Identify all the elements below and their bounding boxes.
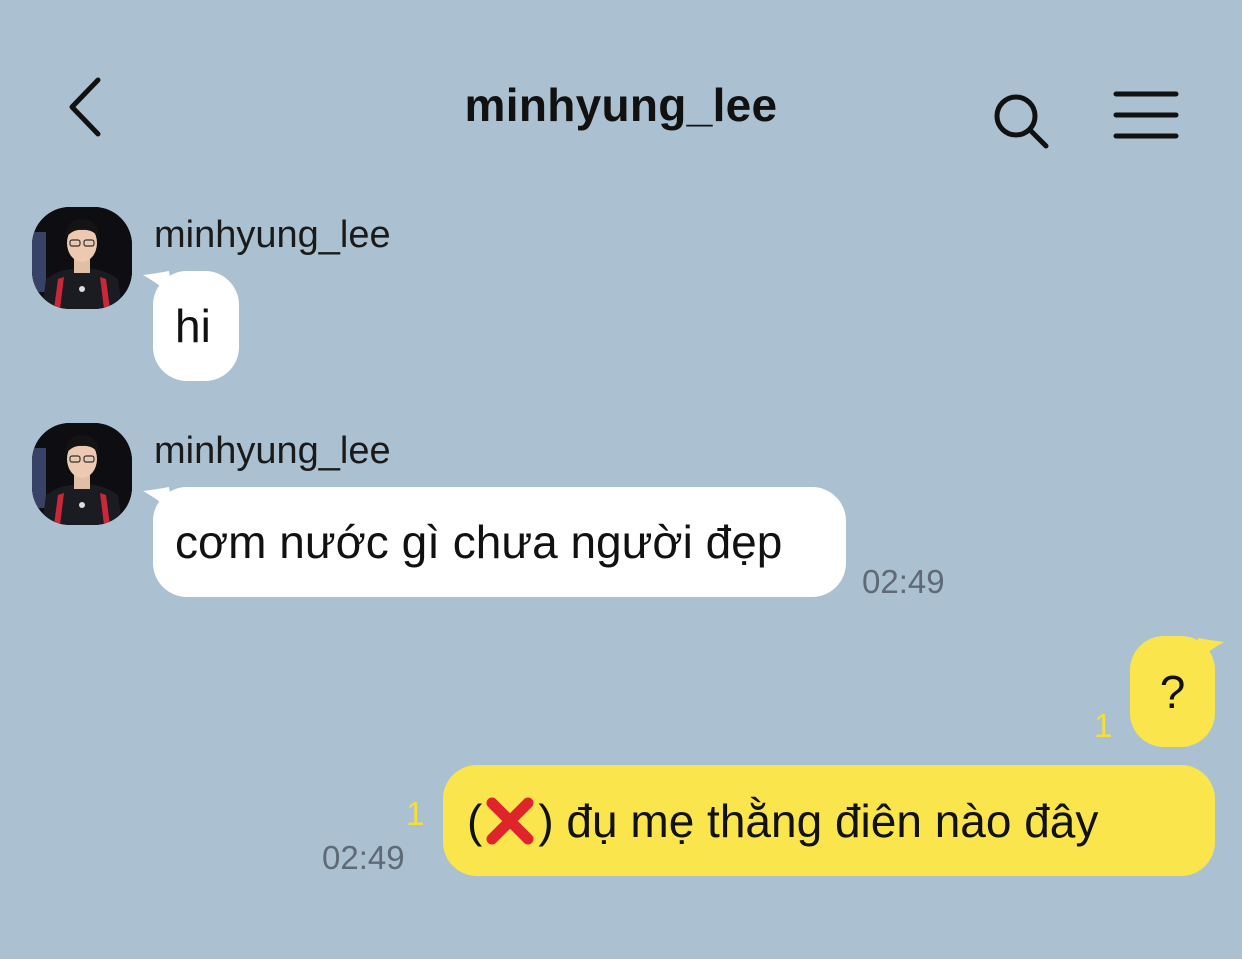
avatar-photo	[32, 207, 132, 309]
search-button[interactable]	[988, 88, 1054, 154]
message-text-prefix: (	[467, 794, 483, 847]
unread-count: 1	[406, 795, 425, 832]
menu-button[interactable]	[1110, 88, 1182, 144]
message-bubble-outgoing[interactable]: ( ) đụ mẹ thằng điên nào đây	[443, 765, 1215, 876]
message-bubble-incoming[interactable]: hi	[153, 271, 239, 381]
message-timestamp: 02:49	[862, 563, 945, 600]
search-icon	[994, 94, 1049, 149]
sender-name: minhyung_lee	[154, 430, 391, 472]
message-bubble-incoming[interactable]: cơm nước gì chưa người đẹp	[153, 487, 846, 597]
avatar-photo	[32, 423, 132, 525]
chat-header: minhyung_lee	[0, 0, 1242, 200]
message-timestamp: 02:49	[322, 839, 405, 876]
message-text: ?	[1159, 665, 1186, 718]
unread-count: 1	[1094, 707, 1113, 744]
sender-avatar[interactable]	[32, 423, 132, 525]
message-text: ) đụ mẹ thằng điên nào đây	[538, 794, 1099, 847]
chat-title: minhyung_lee	[464, 79, 778, 131]
sender-name: minhyung_lee	[154, 214, 391, 256]
message-text: cơm nước gì chưa người đẹp	[175, 516, 783, 568]
sender-avatar[interactable]	[32, 207, 132, 309]
cross-mark-emoji-icon	[486, 797, 534, 844]
message-bubble-outgoing[interactable]: ?	[1130, 636, 1215, 747]
message-text: hi	[175, 300, 211, 352]
hamburger-menu-icon	[1113, 91, 1179, 139]
